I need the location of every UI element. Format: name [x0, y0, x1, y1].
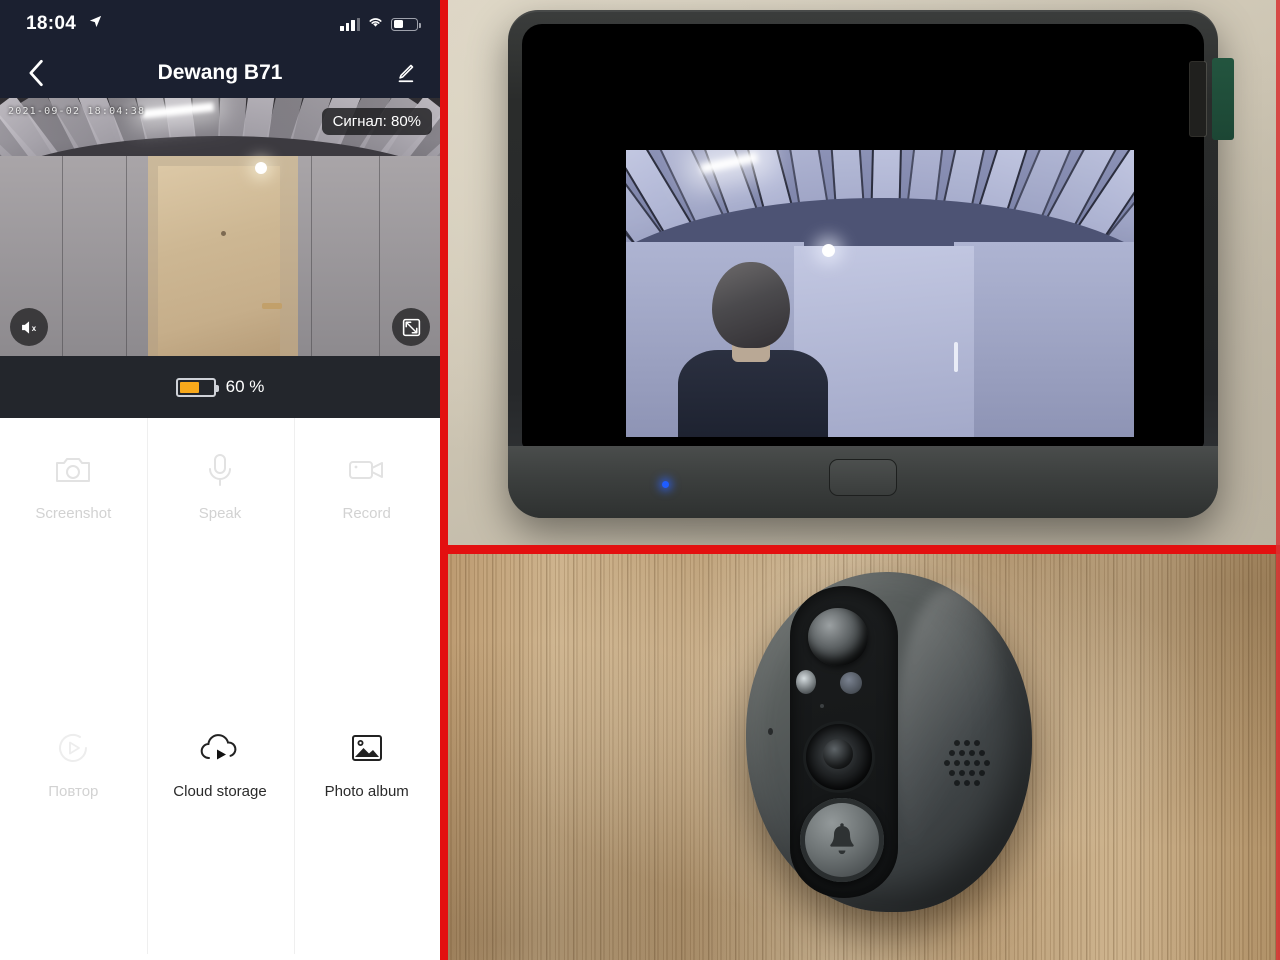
cloud-play-icon: [199, 726, 241, 770]
monitor-home-button[interactable]: [829, 459, 897, 496]
monitor-side-slot: [1190, 62, 1206, 136]
panel-mic-hole: [820, 704, 824, 708]
red-separator-vertical: [440, 0, 448, 960]
red-separator-horizontal: [440, 545, 1280, 554]
doorbell-front-panel: [790, 586, 898, 898]
camera-icon: [54, 448, 92, 492]
action-grid: Screenshot Speak Record Повтор Cloud sto…: [0, 418, 440, 960]
monitor-lower-bezel: [508, 446, 1218, 518]
person-torso: [678, 350, 828, 437]
svg-text:x: x: [31, 324, 36, 333]
photo-image-icon: [350, 726, 384, 770]
live-video-view[interactable]: 2021-09-02 18:04:38 Сигнал: 80% x: [0, 98, 440, 356]
status-led-indicator: [662, 481, 669, 488]
speaker-muted-icon[interactable]: x: [10, 308, 48, 346]
app-navigation-bar: Dewang B71: [0, 48, 440, 98]
light-sensor-icon: [840, 672, 862, 694]
cellular-bars-icon: [340, 17, 360, 31]
doorbell-camera-photo: [448, 554, 1280, 960]
video-door: [158, 166, 280, 356]
video-timestamp-overlay: 2021-09-02 18:04:38: [8, 106, 146, 117]
body-mic-hole: [768, 728, 773, 735]
action-label: Screenshot: [35, 505, 112, 522]
action-record[interactable]: Record: [293, 418, 440, 698]
red-edge-right: [1276, 0, 1280, 960]
pir-sensor-icon: [808, 608, 868, 666]
location-arrow-icon: [88, 13, 103, 35]
action-speak[interactable]: Speak: [147, 418, 294, 698]
fullscreen-expand-icon[interactable]: [392, 308, 430, 346]
video-ceiling-spotlight: [255, 162, 267, 174]
grid-divider-vertical: [294, 418, 295, 954]
action-cloud-storage[interactable]: Cloud storage: [147, 698, 294, 954]
feed-spotlight: [822, 244, 835, 257]
page-title: Dewang B71: [157, 61, 283, 84]
monitor-screen: [522, 24, 1204, 448]
grid-divider-vertical: [147, 418, 148, 954]
bell-button[interactable]: [800, 798, 884, 882]
action-label: Повтор: [48, 783, 99, 800]
microphone-icon: [205, 448, 235, 492]
status-bar-time: 18:04: [26, 13, 77, 34]
action-label: Cloud storage: [173, 783, 267, 800]
action-row-bottom: Повтор Cloud storage Photo album: [0, 698, 440, 954]
back-button[interactable]: [20, 58, 50, 88]
action-label: Record: [342, 505, 391, 522]
device-battery-icon: [175, 377, 219, 397]
person-head: [712, 262, 790, 348]
ir-led-icon: [796, 670, 816, 694]
action-label: Speak: [198, 505, 242, 522]
video-door-handle: [262, 303, 282, 309]
wifi-icon: [367, 15, 384, 33]
replay-play-icon: [55, 726, 91, 770]
pencil-icon[interactable]: [390, 58, 420, 88]
indoor-monitor-photo: [448, 0, 1280, 545]
action-row-top: Screenshot Speak Record: [0, 418, 440, 698]
device-battery-percent: 60 %: [225, 377, 265, 396]
indoor-monitor-device: [508, 10, 1218, 518]
action-replay[interactable]: Повтор: [0, 698, 147, 954]
status-bar-indicators: [340, 15, 421, 33]
action-photo-album[interactable]: Photo album: [293, 698, 440, 954]
device-battery-bar: 60 %: [0, 356, 440, 418]
monitor-green-tab: [1212, 58, 1234, 140]
battery-icon: [391, 17, 421, 31]
monitor-live-feed: [626, 150, 1134, 437]
lens-glare: [828, 744, 838, 751]
video-camera-icon: [348, 448, 386, 492]
screenshot-root: 18:04 Dewang B71 2021-09-02 18:04:38 Сиг…: [0, 0, 1280, 960]
doorbell-device: [746, 572, 1032, 912]
feed-wall-right: [954, 242, 1134, 437]
speaker-grille-icon: [944, 740, 994, 788]
ios-status-bar: 18:04: [0, 0, 440, 48]
bell-icon: [830, 823, 854, 855]
phone-app-panel: 18:04 Dewang B71 2021-09-02 18:04:38 Сиг…: [0, 0, 440, 960]
action-screenshot[interactable]: Screenshot: [0, 418, 147, 698]
feed-person-silhouette: [678, 262, 828, 437]
action-label: Photo album: [324, 783, 409, 800]
status-bar-time-group: 18:04: [26, 13, 103, 35]
signal-strength-badge: Сигнал: 80%: [321, 108, 432, 135]
camera-lens-icon: [806, 724, 872, 790]
